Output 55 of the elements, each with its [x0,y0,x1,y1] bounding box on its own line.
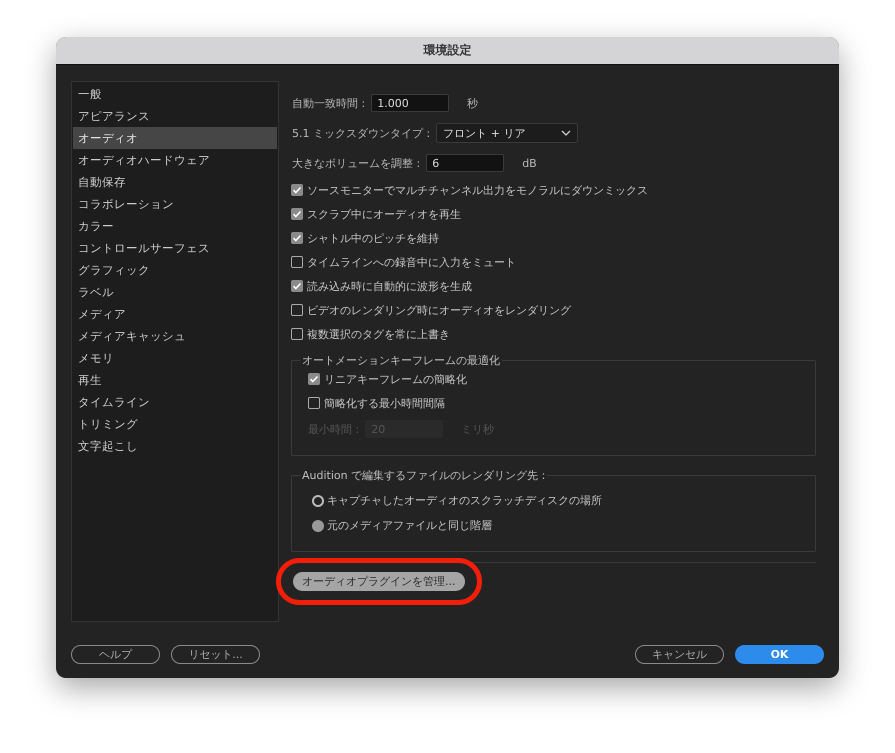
sidebar-item[interactable]: 文字起こし [73,435,277,457]
unit-label: 秒 [467,96,478,110]
sidebar-item[interactable]: カラー [73,215,277,237]
sidebar-item[interactable]: グラフィック [73,259,277,281]
checkbox[interactable] [291,280,303,292]
dropdown[interactable]: フロント + リア [436,123,578,143]
cancel-button[interactable]: キャンセル [635,645,724,664]
chevron-icon [561,130,572,136]
sidebar-item[interactable]: アピアランス [73,105,277,127]
checkbox-label: スクラブ中にオーディオを再生 [307,206,461,222]
checkbox[interactable] [291,256,303,268]
checkbox-label: リニアキーフレームの簡略化 [324,372,467,386]
sidebar-item[interactable]: トリミング [73,413,277,435]
sidebar-item[interactable]: メモリ [73,347,277,369]
checkbox-label: ビデオのレンダリング時にオーディオをレンダリング [307,302,571,318]
checkbox[interactable] [308,373,320,385]
sidebar-item[interactable]: ラベル [73,281,277,303]
checkbox[interactable] [308,397,320,409]
group-title: Audition で編集するファイルのレンダリング先 : [300,468,548,483]
radio-button[interactable] [312,520,324,532]
radio-label: キャプチャしたオーディオのスクラッチディスクの場所 [327,493,602,508]
input-field[interactable]: 6 [426,154,504,172]
checkbox-label: タイムラインへの録音中に入力をミュート [307,254,516,270]
checkbox-label: シャトル中のピッチを維持 [307,230,439,246]
checkbox-label: 読み込み時に自動的に波形を生成 [307,278,472,294]
radio-label: 元のメディアファイルと同じ階層 [327,518,492,533]
field-label: 5.1 ミックスダウンタイプ : [292,126,430,140]
window-title: 環境設定 [424,42,472,59]
checkbox-label: 簡略化する最小時間間隔 [324,396,445,410]
sidebar-item[interactable]: 再生 [73,369,277,391]
sidebar-item[interactable]: オーディオ [73,127,277,149]
sidebar-item[interactable]: コントロールサーフェス [73,237,277,259]
group-title: オートメーションキーフレームの最適化 [300,353,502,368]
field-label: 大きなボリュームを調整 : [292,156,420,170]
sidebar-item[interactable]: 自動保存 [73,171,277,193]
radio-button[interactable] [312,494,324,506]
checkbox-label: ソースモニターでマルチチャンネル出力をモノラルにダウンミックス [307,182,648,198]
input-field[interactable]: 1.000 [371,94,450,112]
unit-label: dB [522,156,537,170]
footer-button[interactable]: リセット... [171,645,260,664]
sidebar-item[interactable]: メディア [73,303,277,325]
sidebar-item[interactable]: 一般 [73,83,277,105]
checkbox[interactable] [291,328,303,340]
checkbox-label: 複数選択のタグを常に上書き [307,326,450,342]
manage-plugins-button[interactable]: オーディオプラグインを管理... [293,572,464,591]
checkbox[interactable] [291,208,303,220]
checkbox[interactable] [291,184,303,196]
sidebar-item[interactable]: オーディオハードウェア [73,149,277,171]
sidebar-item[interactable]: タイムライン [73,391,277,413]
sidebar-item[interactable]: コラボレーション [73,193,277,215]
checkbox[interactable] [291,304,303,316]
checkbox[interactable] [291,232,303,244]
field-label: 自動一致時間 : [292,96,366,110]
footer-button[interactable]: ヘルプ [71,645,160,664]
sidebar-item[interactable]: メディアキャッシュ [73,325,277,347]
